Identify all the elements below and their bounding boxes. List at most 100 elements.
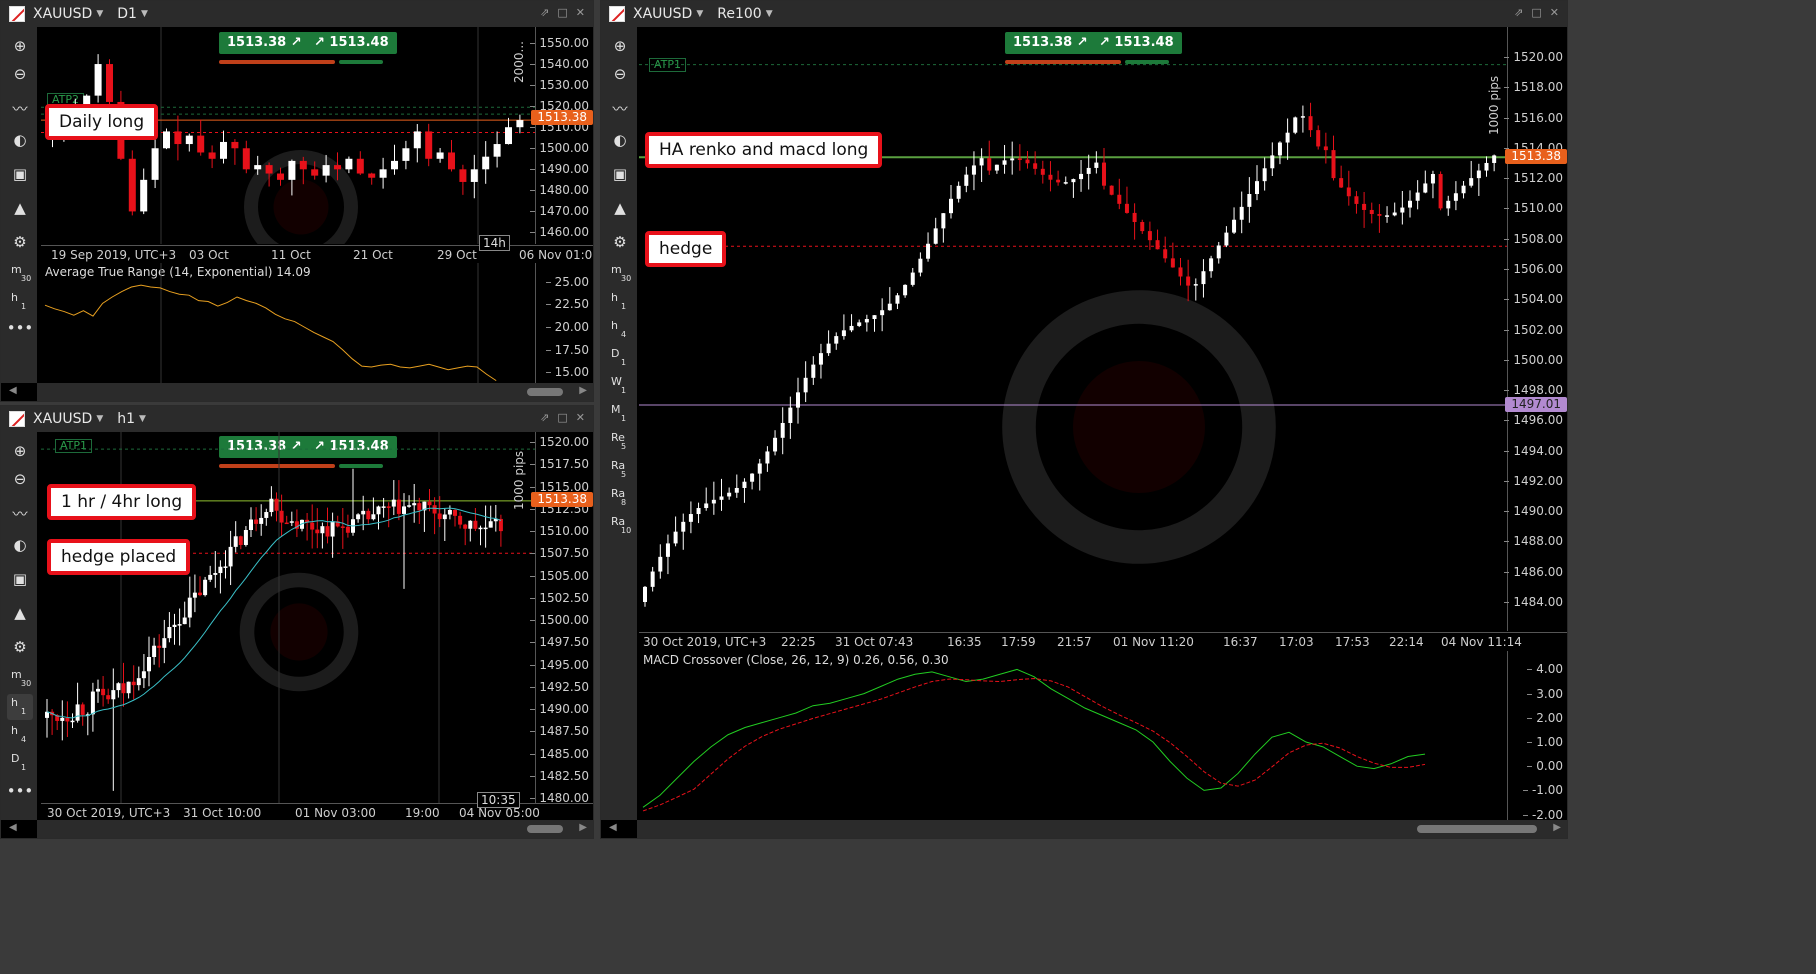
robot-icon[interactable]: ▣ [7, 161, 33, 187]
scroll-right-icon[interactable]: ▶ [1553, 822, 1561, 833]
scroll-thumb[interactable] [1417, 825, 1537, 833]
tf-ra8-button[interactable]: Ra 8 [607, 485, 633, 511]
candle-body [203, 579, 208, 596]
annotation-daily-long[interactable]: Daily long [45, 104, 159, 140]
tf-re5-button[interactable]: Re 5 [607, 429, 633, 455]
drawing-icon[interactable]: ▲ [7, 600, 33, 626]
horizontal-scrollbar[interactable]: ◀ ▶ [9, 383, 593, 401]
atr-plot-area[interactable] [41, 263, 535, 383]
tf-d1-button[interactable]: D1 [607, 345, 633, 371]
tf-ra5-button[interactable]: Ra 5 [607, 457, 633, 483]
tf-mn1-button[interactable]: M1 [607, 401, 633, 427]
tf-m30-button[interactable]: m 30 [7, 261, 33, 287]
candle-body [402, 506, 406, 514]
macd-plot-area[interactable] [639, 651, 1509, 822]
scroll-left-icon[interactable]: ◀ [609, 822, 617, 833]
chart-settings-icon[interactable]: ⚙ [7, 229, 33, 255]
chart-toolbar: ⊕ ⊖ 〰 ◐ ▣ ▲ ⚙ m 30 h1 h4 D1 W1 M1 Re 5 Ra 5… [601, 27, 637, 820]
chevron-down-icon[interactable]: ▼ [96, 9, 103, 19]
cbot-icon[interactable]: ◐ [7, 532, 33, 558]
candle-body [643, 586, 647, 602]
more-icon[interactable]: ••• [7, 778, 34, 804]
cbot-icon[interactable]: ◐ [607, 127, 633, 153]
scroll-left-icon[interactable]: ◀ [9, 822, 17, 833]
indicators-icon[interactable]: 〰 [7, 500, 33, 526]
annotation-hedge-placed[interactable]: hedge placed [47, 539, 191, 575]
axis-tick-label: 1508.00 [1504, 231, 1563, 246]
price-axis[interactable]: 1520.00 1517.50 1515.00 1512.50 1510.00 1507.… [530, 432, 593, 805]
close-icon[interactable]: ✕ [576, 6, 585, 19]
scroll-right-icon[interactable]: ▶ [579, 385, 587, 396]
annotation-long[interactable]: 1 hr / 4hr long [47, 484, 197, 520]
detach-icon[interactable]: ⇗ [1514, 6, 1523, 19]
horizontal-scrollbar[interactable]: ◀ ▶ [609, 820, 1567, 838]
symbol-selector[interactable]: XAUUSD [633, 6, 692, 22]
chart-settings-icon[interactable]: ⚙ [7, 634, 33, 660]
tf-m30-button[interactable]: m 30 [607, 261, 633, 287]
zoom-out-icon[interactable]: ⊖ [607, 61, 633, 87]
macd-line [642, 668, 1426, 808]
detach-icon[interactable]: ⇗ [540, 6, 549, 19]
tf-m30-button[interactable]: m 30 [7, 666, 33, 692]
annotation-ha-renko-macd-long[interactable]: HA renko and macd long [645, 132, 883, 168]
maximize-icon[interactable]: □ [557, 411, 567, 424]
timeframe-selector[interactable]: Re100 [717, 6, 761, 22]
candle-body [987, 158, 992, 171]
close-icon[interactable]: ✕ [1550, 6, 1559, 19]
price-plot-area[interactable] [639, 27, 1509, 631]
tf-h1-button[interactable]: h1 [607, 289, 633, 315]
candle-body [849, 325, 854, 331]
zoom-in-icon[interactable]: ⊕ [7, 438, 33, 464]
annotation-hedge[interactable]: hedge [645, 231, 727, 267]
maximize-icon[interactable]: □ [557, 6, 567, 19]
price-axis[interactable]: 1550.00 1540.00 1530.00 1520.00 1510.00 1500.… [530, 27, 593, 244]
robot-icon[interactable]: ▣ [7, 566, 33, 592]
tf-h4-button[interactable]: h4 [7, 722, 33, 748]
chevron-down-icon[interactable]: ▼ [139, 414, 146, 424]
indicator-axis[interactable]: 4.00 3.00 2.00 1.00 0.00 -1.00 -2.00 [1507, 651, 1567, 822]
indicators-icon[interactable]: 〰 [607, 95, 633, 121]
tf-ra10-button[interactable]: Ra 10 [607, 513, 633, 539]
axis-tick-label: 1500.00 [530, 613, 589, 627]
more-icon[interactable]: ••• [7, 315, 34, 341]
candle-body [197, 135, 205, 153]
chevron-down-icon[interactable]: ▼ [766, 9, 773, 19]
horizontal-scrollbar[interactable]: ◀ ▶ [9, 820, 593, 838]
scroll-left-icon[interactable]: ◀ [9, 385, 17, 396]
close-icon[interactable]: ✕ [576, 411, 585, 424]
tf-w1-button[interactable]: W1 [607, 373, 633, 399]
tf-h1-button[interactable]: h1 [7, 694, 33, 720]
chart-settings-icon[interactable]: ⚙ [607, 229, 633, 255]
zoom-in-icon[interactable]: ⊕ [7, 33, 33, 59]
symbol-selector[interactable]: XAUUSD [33, 411, 92, 427]
chevron-down-icon[interactable]: ▼ [96, 414, 103, 424]
time-tick-label: 17:59 [1001, 635, 1036, 649]
zoom-in-icon[interactable]: ⊕ [607, 33, 633, 59]
drawing-icon[interactable]: ▲ [7, 195, 33, 221]
maximize-icon[interactable]: □ [1531, 6, 1541, 19]
timeframe-selector[interactable]: D1 [117, 6, 137, 22]
time-axis[interactable]: 19 Sep 2019, UTC+3 03 Oct 11 Oct 21 Oct 29 O… [41, 245, 593, 263]
cbot-icon[interactable]: ◐ [7, 127, 33, 153]
drawing-icon[interactable]: ▲ [607, 195, 633, 221]
axis-tick-label: 1502.50 [530, 590, 589, 605]
price-axis[interactable]: 1520.00 1518.00 1516.00 1514.00 1512.00 1510.… [1504, 27, 1567, 631]
scroll-thumb[interactable] [527, 388, 563, 396]
tf-h4-button[interactable]: h4 [607, 317, 633, 343]
symbol-selector[interactable]: XAUUSD [33, 6, 92, 22]
zoom-out-icon[interactable]: ⊖ [7, 466, 33, 492]
scroll-thumb[interactable] [527, 825, 563, 833]
zoom-out-icon[interactable]: ⊖ [7, 61, 33, 87]
timeframe-selector[interactable]: h1 [117, 411, 135, 427]
chevron-down-icon[interactable]: ▼ [141, 9, 148, 19]
robot-icon[interactable]: ▣ [607, 161, 633, 187]
chevron-down-icon[interactable]: ▼ [696, 9, 703, 19]
candle-body [473, 520, 478, 529]
time-axis[interactable]: 30 Oct 2019, UTC+3 22:25 31 Oct 07:43 16:35… [639, 632, 1567, 650]
tf-h1-button[interactable]: h1 [7, 289, 33, 315]
detach-icon[interactable]: ⇗ [540, 411, 549, 424]
indicators-icon[interactable]: 〰 [7, 95, 33, 121]
tf-d1-button[interactable]: D1 [7, 750, 33, 776]
scroll-right-icon[interactable]: ▶ [579, 822, 587, 833]
indicator-axis[interactable]: 25.00 22.50 20.00 17.50 15.00 [535, 263, 593, 383]
